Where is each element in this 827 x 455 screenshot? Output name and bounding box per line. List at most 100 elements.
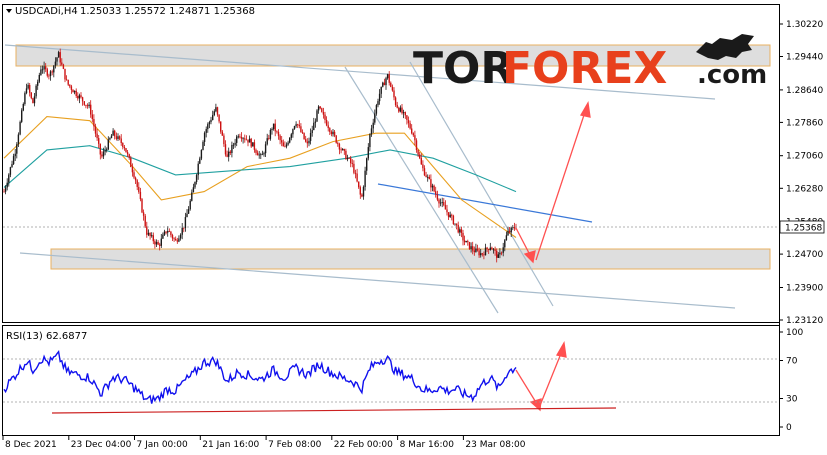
candle-body (179, 234, 182, 239)
candle-body (77, 96, 79, 99)
candle-body (27, 85, 29, 89)
candle-body (51, 71, 53, 73)
candle-body (427, 176, 429, 178)
candle-body (393, 90, 395, 98)
candle-body (303, 132, 305, 140)
candle-body (101, 154, 103, 157)
candle-body (12, 156, 15, 165)
candle-body (40, 69, 42, 76)
candle-body (49, 71, 52, 76)
candle-body (176, 240, 178, 242)
candle-body (157, 242, 159, 245)
candle-body (104, 150, 106, 152)
candle-body (287, 142, 289, 145)
candle-body (85, 104, 87, 106)
candle-body (231, 145, 233, 153)
candle-body (122, 143, 124, 147)
candle-body (378, 93, 381, 102)
candle-body (102, 151, 105, 157)
candle-body (192, 187, 195, 193)
candle-body (226, 154, 228, 157)
candle-body (321, 108, 323, 112)
candle-body (207, 124, 209, 130)
rsi-tick-label: 70 (786, 357, 798, 367)
candle-body (274, 123, 276, 132)
candle-body (337, 142, 339, 144)
candle-body (247, 139, 249, 143)
candle-body (359, 187, 361, 195)
candle-body (21, 110, 23, 122)
candle-body (305, 139, 307, 142)
candle-body (165, 231, 167, 233)
candle-body (183, 227, 185, 229)
candle-body (35, 85, 37, 97)
candle-body (130, 157, 132, 167)
candle-body (388, 74, 390, 83)
candle-body (194, 182, 196, 188)
candle-body (491, 247, 493, 250)
candle-body (306, 141, 308, 144)
candle-body (407, 120, 410, 124)
candle-body (223, 135, 225, 145)
candle-body (216, 107, 219, 115)
candle-body (484, 247, 487, 256)
candle-body (330, 131, 333, 134)
candle-body (4, 187, 7, 192)
candle-body (271, 129, 273, 130)
candle-body (86, 105, 89, 107)
candle-body (237, 136, 239, 138)
candle-body (19, 121, 21, 135)
candle-body (374, 113, 376, 123)
candle-body (488, 249, 490, 250)
candle-body (229, 151, 231, 153)
candle-body (441, 202, 443, 203)
candle-body (46, 69, 48, 76)
candle-body (17, 134, 20, 145)
candle-body (350, 158, 352, 164)
candle-body (486, 247, 488, 250)
candle-body (507, 231, 509, 236)
candle-body (425, 175, 427, 177)
candle-body (370, 128, 373, 135)
candle-body (115, 136, 118, 139)
candle-body (178, 238, 180, 242)
candle-body (311, 130, 313, 133)
candle-body (106, 149, 108, 151)
candle-body (329, 128, 331, 132)
candle-body (126, 152, 129, 155)
candle-body (459, 229, 461, 233)
candle-body (210, 119, 212, 122)
candle-body (402, 112, 405, 114)
candle-body (386, 74, 389, 79)
candle-body (422, 164, 424, 169)
candle-body (125, 148, 127, 153)
candle-body (449, 214, 451, 218)
candle-body (297, 124, 299, 125)
candle-body (114, 130, 116, 137)
candle-body (499, 252, 501, 255)
candle-body (412, 133, 414, 136)
candle-body (454, 223, 456, 225)
candle-body (88, 104, 90, 107)
candle-body (480, 253, 482, 256)
candle-body (420, 158, 422, 165)
candle-body (199, 158, 201, 164)
candle-body (290, 134, 292, 138)
candle-body (492, 249, 495, 251)
candle-body (155, 242, 158, 245)
candle-body (62, 64, 65, 69)
candle-body (478, 250, 480, 256)
candle-body (435, 191, 437, 195)
candle-body (332, 131, 334, 135)
candle-body (391, 86, 394, 91)
candle-body (38, 75, 40, 82)
candle-body (457, 225, 459, 233)
time-axis-ticks: 8 Dec 2021 23 Dec 04:00 7 Jan 00:00 21 Jan … (2, 436, 526, 450)
candle-body (322, 112, 325, 115)
candle-body (134, 177, 137, 181)
candle-body (266, 138, 268, 145)
price-tick-label: 1.30220 (786, 20, 823, 30)
rsi-tick-label: 0 (786, 423, 792, 433)
candle-body (396, 105, 398, 108)
candle-body (248, 138, 251, 143)
